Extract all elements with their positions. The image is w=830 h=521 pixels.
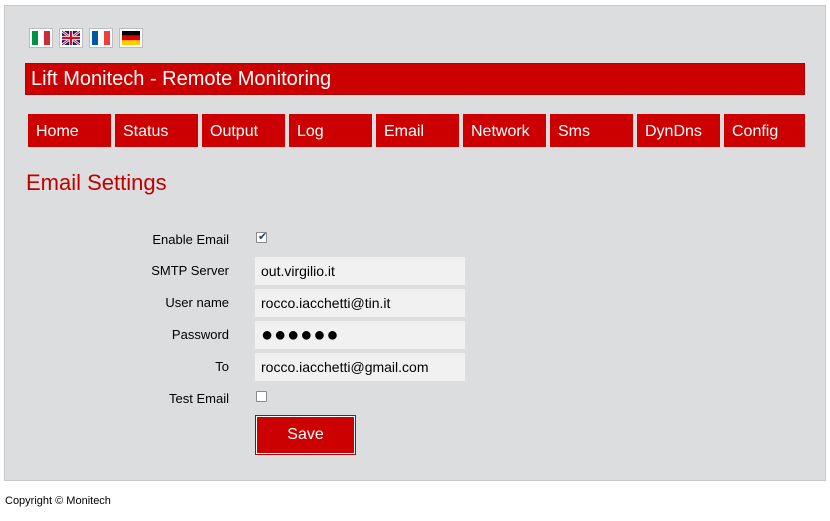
password-label: Password: [171, 327, 229, 342]
uk-flag-icon[interactable]: [59, 28, 83, 48]
main-panel: Lift Monitech - Remote Monitoring Home S…: [4, 5, 826, 481]
to-field[interactable]: [255, 353, 465, 381]
nav-config[interactable]: Config: [724, 114, 805, 147]
save-button[interactable]: Save: [255, 415, 356, 455]
password-field[interactable]: ●●●●●●: [255, 321, 465, 349]
enable-email-label: Enable Email: [152, 232, 229, 247]
test-email-row: Test Email: [5, 385, 825, 413]
nav-sms[interactable]: Sms: [550, 114, 633, 147]
nav-output[interactable]: Output: [202, 114, 285, 147]
nav-email[interactable]: Email: [376, 114, 459, 147]
nav-home[interactable]: Home: [28, 114, 111, 147]
to-label: To: [215, 359, 229, 374]
italian-flag-icon[interactable]: [29, 28, 53, 48]
german-flag-icon[interactable]: [119, 28, 143, 48]
nav-status[interactable]: Status: [115, 114, 198, 147]
to-row: To: [5, 353, 825, 381]
nav-network[interactable]: Network: [463, 114, 546, 147]
copyright-footer: Copyright © Monitech: [5, 495, 111, 507]
enable-email-row: Enable Email ✔: [5, 226, 825, 254]
check-icon: ✔: [258, 231, 268, 243]
password-row: Password ●●●●●●: [5, 321, 825, 349]
username-row: User name: [5, 289, 825, 317]
enable-email-checkbox[interactable]: ✔: [256, 231, 268, 243]
app-title: Lift Monitech - Remote Monitoring: [25, 63, 805, 95]
smtp-row: SMTP Server: [5, 257, 825, 285]
smtp-server-label: SMTP Server: [151, 263, 229, 278]
page-title: Email Settings: [26, 170, 167, 195]
smtp-server-field[interactable]: [255, 257, 465, 285]
test-email-checkbox[interactable]: [256, 391, 267, 402]
username-field[interactable]: [255, 289, 465, 317]
username-label: User name: [165, 295, 229, 310]
french-flag-icon[interactable]: [89, 28, 113, 48]
nav-dyndns[interactable]: DynDns: [637, 114, 720, 147]
language-flags: [29, 28, 143, 48]
test-email-label: Test Email: [169, 391, 229, 406]
main-nav: Home Status Output Log Email Network Sms…: [28, 114, 805, 147]
nav-log[interactable]: Log: [289, 114, 372, 147]
